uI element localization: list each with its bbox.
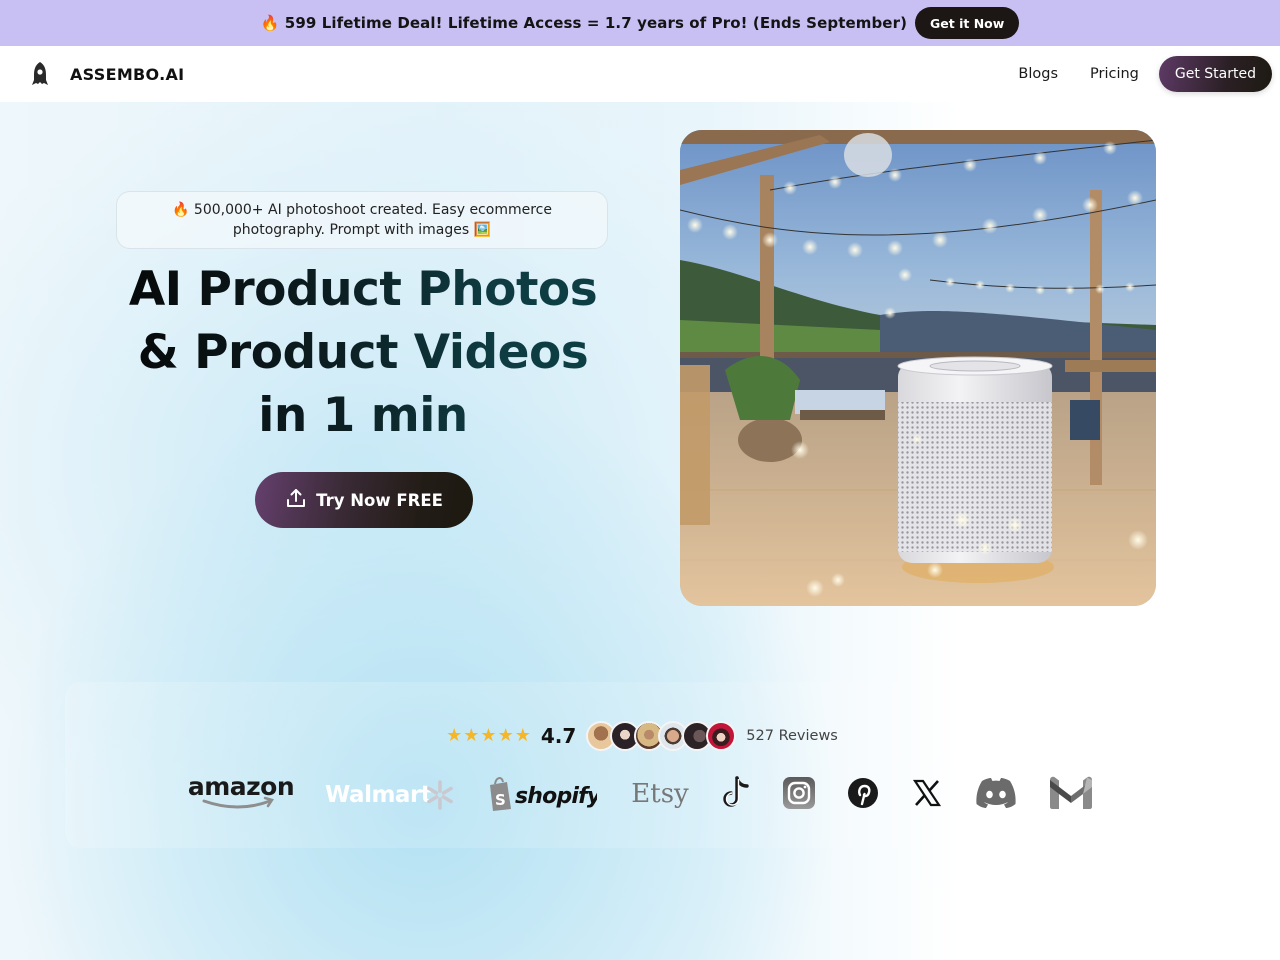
avatar bbox=[706, 721, 737, 751]
amazon-logo: amazon bbox=[186, 770, 296, 816]
svg-text:Etsy: Etsy bbox=[631, 779, 689, 809]
headline-line-1: AI Product Photos bbox=[128, 262, 598, 317]
promo-banner: 🔥 599 Lifetime Deal! Lifetime Access = 1… bbox=[0, 0, 1280, 46]
shopify-logo: S shopify bbox=[487, 770, 597, 816]
instagram-logo bbox=[782, 770, 816, 816]
x-logo bbox=[910, 770, 944, 816]
promo-text: 🔥 599 Lifetime Deal! Lifetime Access = 1… bbox=[260, 14, 908, 32]
pinterest-logo bbox=[846, 770, 880, 816]
upload-icon bbox=[285, 487, 307, 513]
star-icon: ★ bbox=[446, 725, 463, 746]
nav-link-pricing[interactable]: Pricing bbox=[1090, 66, 1139, 82]
rocket-icon bbox=[28, 60, 52, 88]
nav-links: Blogs Pricing Get Started bbox=[1018, 46, 1272, 102]
svg-text:amazon: amazon bbox=[188, 773, 294, 801]
svg-text:S: S bbox=[495, 791, 506, 809]
tiktok-logo bbox=[720, 770, 754, 816]
svg-text:Walmart: Walmart bbox=[325, 782, 432, 808]
star-icon: ★ bbox=[514, 725, 531, 746]
rating-value: 4.7 bbox=[540, 724, 577, 748]
hero-product-image bbox=[680, 130, 1156, 606]
star-icon: ★ bbox=[497, 725, 514, 746]
walmart-logo: Walmart bbox=[325, 770, 457, 816]
reviewer-avatars bbox=[586, 721, 737, 751]
headline-line-2: & Product Videos bbox=[137, 325, 589, 380]
get-started-button[interactable]: Get Started bbox=[1158, 56, 1272, 92]
reviews-count: 527 Reviews bbox=[746, 728, 838, 744]
nav-link-blogs[interactable]: Blogs bbox=[1018, 66, 1058, 82]
star-rating: ★ ★ ★ ★ ★ bbox=[446, 727, 531, 745]
brand-logo-link[interactable]: ASSEMBO.AI bbox=[28, 46, 184, 102]
rating-row: ★ ★ ★ ★ ★ 4.7 527 Reviews bbox=[0, 718, 1280, 754]
discord-logo bbox=[973, 770, 1019, 816]
partner-logos: amazon Walmart S shopify Etsy bbox=[0, 770, 1280, 816]
gmail-logo bbox=[1048, 770, 1094, 816]
brand-name: ASSEMBO.AI bbox=[70, 64, 185, 84]
star-icon: ★ bbox=[463, 725, 480, 746]
announcement-pill: 🔥 500,000+ AI photoshoot created. Easy e… bbox=[116, 191, 608, 249]
try-now-free-label: Try Now FREE bbox=[316, 490, 443, 510]
announcement-text: 🔥 500,000+ AI photoshoot created. Easy e… bbox=[172, 202, 552, 238]
get-it-now-button[interactable]: Get it Now bbox=[915, 7, 1020, 39]
hero-headline: AI Product Photos & Product Videos in 1 … bbox=[100, 258, 626, 447]
navbar: ASSEMBO.AI Blogs Pricing Get Started bbox=[0, 46, 1280, 102]
headline-line-3: in 1 min bbox=[258, 388, 468, 443]
etsy-logo: Etsy bbox=[627, 770, 693, 816]
svg-text:shopify: shopify bbox=[515, 784, 597, 809]
social-proof-band bbox=[65, 682, 1215, 848]
try-now-free-button[interactable]: Try Now FREE bbox=[255, 472, 473, 528]
star-icon: ★ bbox=[480, 725, 497, 746]
